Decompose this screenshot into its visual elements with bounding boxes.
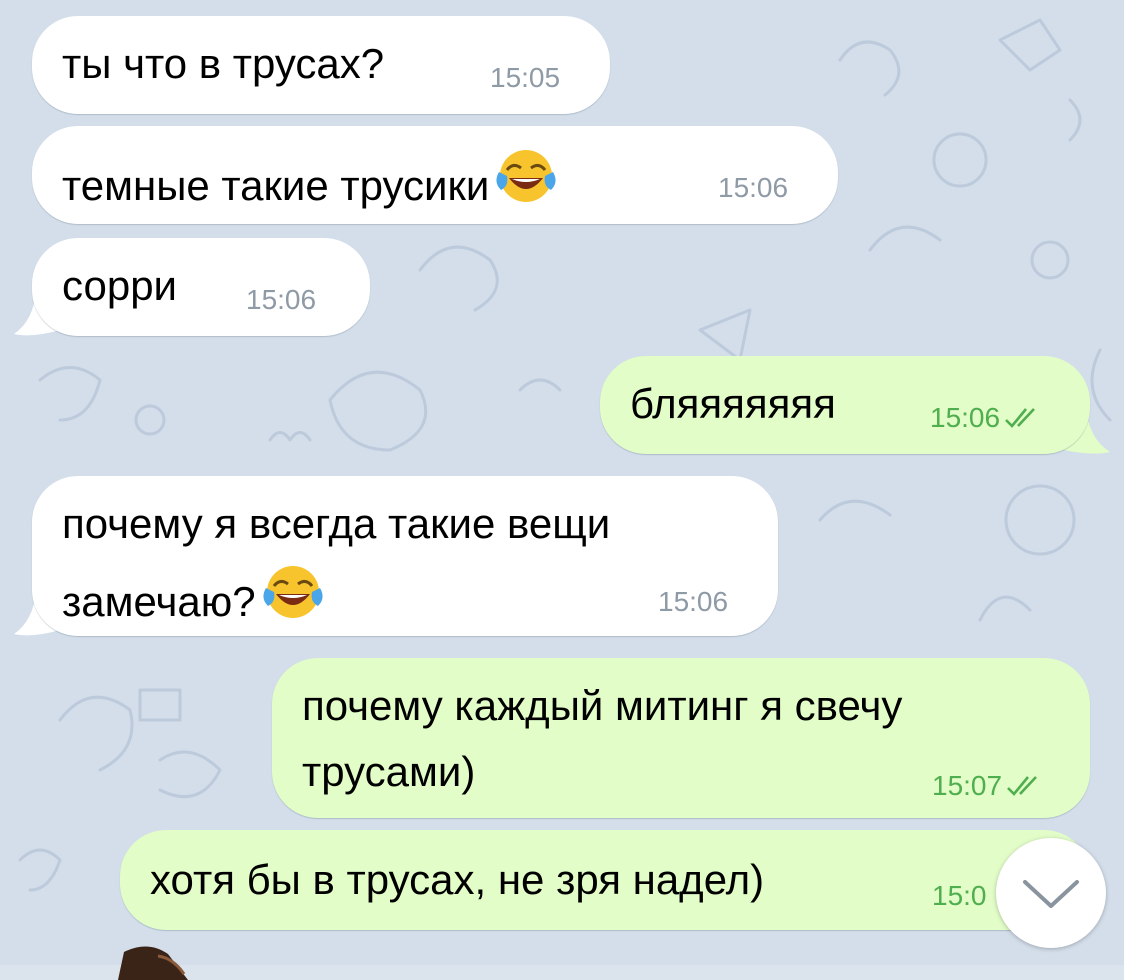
partial-image-thumbnail — [118, 946, 188, 980]
message-time: 15:06 — [930, 402, 1042, 437]
message-text-line: почему я всегда такие вещи — [62, 500, 611, 547]
message-text: ты что в трусах? — [62, 40, 385, 87]
scroll-to-bottom-button[interactable] — [996, 838, 1106, 948]
double-check-icon — [1006, 773, 1044, 805]
message-text: темные такие трусики — [62, 146, 557, 218]
chevron-down-icon — [1021, 876, 1081, 917]
face-with-tears-of-joy-icon — [262, 562, 324, 634]
double-check-icon — [1004, 405, 1042, 437]
message-text-line: трусами) — [302, 748, 476, 795]
message-bubble-outgoing[interactable]: почему каждый митинг я свечу трусами) 15… — [272, 658, 1090, 818]
message-time: 15:06 — [718, 172, 789, 203]
message-time: 15:06 — [658, 586, 729, 617]
message-bubble-incoming[interactable]: темные такие трусики 15:06 — [32, 126, 838, 224]
message-bubble-incoming[interactable]: почему я всегда такие вещи замечаю? 15:0… — [32, 476, 778, 636]
message-time: 15:0 — [932, 880, 987, 911]
message-text-line: замечаю? — [62, 562, 324, 634]
message-text: бляяяяяяя — [630, 380, 836, 427]
message-bubble-outgoing[interactable]: бляяяяяяя 15:06 — [600, 356, 1090, 454]
message-time: 15:05 — [490, 62, 561, 93]
message-text: сорри — [62, 262, 178, 309]
message-bubble-incoming[interactable]: сорри 15:06 — [32, 238, 370, 336]
message-time-value: 15:07 — [932, 770, 1003, 801]
message-bubble-outgoing[interactable]: хотя бы в трусах, не зря надел) 15:0 — [120, 830, 1090, 930]
message-time: 15:07 — [932, 770, 1044, 805]
message-time-value: 15:06 — [930, 402, 1001, 433]
message-bubble-incoming[interactable]: ты что в трусах? 15:05 — [32, 16, 610, 114]
message-text-content: замечаю? — [62, 578, 256, 625]
face-with-tears-of-joy-icon — [495, 146, 557, 218]
message-text-content: темные такие трусики — [62, 162, 490, 209]
message-text-line: почему каждый митинг я свечу — [302, 682, 903, 729]
message-text: хотя бы в трусах, не зря надел) — [150, 856, 765, 903]
message-time: 15:06 — [246, 284, 317, 315]
